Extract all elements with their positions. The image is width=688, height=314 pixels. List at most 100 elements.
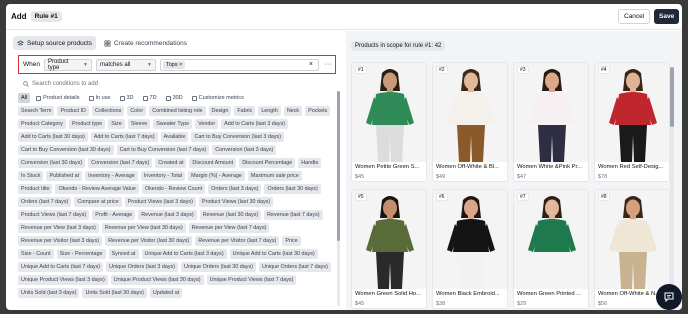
condition-chip[interactable]: Product ID xyxy=(57,106,89,116)
condition-chip[interactable]: Product title xyxy=(18,184,53,194)
category-3d[interactable]: 3D xyxy=(117,93,137,103)
condition-chip[interactable]: Combined listing role xyxy=(149,106,206,116)
product-card[interactable]: #3 Women White &Pink Pr... $47 xyxy=(513,62,589,182)
condition-chip[interactable]: Sleeve xyxy=(127,119,151,129)
condition-chip[interactable]: Cart to Buy Conversion (last 30 days) xyxy=(18,145,114,155)
condition-chip[interactable]: Unique Add to Carts (last 7 days) xyxy=(18,262,104,272)
condition-chip[interactable]: Conversion (last 7 days) xyxy=(88,158,153,168)
condition-chip[interactable]: Unique Product Views (last 3 days) xyxy=(18,275,108,285)
condition-chip[interactable]: Inventory - Average xyxy=(85,171,138,181)
condition-chip[interactable]: Published at xyxy=(46,171,83,181)
condition-chip[interactable]: Length xyxy=(258,106,281,116)
condition-chip[interactable]: Unique Product Views (last 30 days) xyxy=(110,275,204,285)
condition-chip[interactable]: Revenue (last 30 days) xyxy=(199,210,262,220)
condition-chip[interactable]: Product Views (last 30 days) xyxy=(198,197,274,207)
condition-chip[interactable]: Fabric xyxy=(234,106,256,116)
search-conditions-input[interactable]: Search conditions to add xyxy=(18,78,336,89)
condition-chip[interactable]: Units Sold (last 30 days) xyxy=(82,288,147,298)
condition-chip[interactable]: Handle xyxy=(298,158,322,168)
condition-chip[interactable]: Maximum sale price xyxy=(247,171,302,181)
category-product-details[interactable]: Product details xyxy=(33,93,82,103)
scrollbar-thumb[interactable] xyxy=(670,67,674,127)
condition-chip[interactable]: Unique Add to Carts (last 3 days) xyxy=(141,249,227,259)
condition-chip[interactable]: Sweater Type xyxy=(153,119,193,129)
condition-chip[interactable]: Revenue per View (last 30 days) xyxy=(101,223,186,233)
condition-chip[interactable]: Created at xyxy=(155,158,187,168)
category-all[interactable]: All xyxy=(18,93,31,103)
clear-icon[interactable]: × xyxy=(309,61,313,68)
condition-chip[interactable]: Size - Count xyxy=(18,249,54,259)
condition-chip[interactable]: Discount Percentage xyxy=(239,158,296,168)
condition-chip[interactable]: Profit - Average xyxy=(92,210,136,220)
condition-chip[interactable]: Design xyxy=(208,106,232,116)
category-7d[interactable]: 7D xyxy=(140,93,160,103)
condition-chip[interactable]: Cart to Buy Conversion (last 3 days) xyxy=(191,132,285,142)
condition-chip[interactable]: Revenue per View (last 3 days) xyxy=(18,223,99,233)
product-card[interactable]: #7 Women Green Printed ... $29 xyxy=(513,189,589,309)
value-tag-input[interactable]: Tops × × xyxy=(159,58,319,71)
condition-chip[interactable]: Available xyxy=(160,132,189,142)
condition-chip[interactable]: Product Category xyxy=(18,119,66,129)
condition-chip[interactable]: Unique Product Views (last 7 days) xyxy=(206,275,297,285)
condition-chip[interactable]: Size xyxy=(108,119,125,129)
condition-chip[interactable]: Vendor xyxy=(195,119,219,129)
right-scrollbar[interactable] xyxy=(670,67,674,307)
condition-chip[interactable]: Pockets xyxy=(305,106,331,116)
tab-create-recommendations[interactable]: Create recommendations xyxy=(100,36,191,50)
condition-chip[interactable]: Product Views (last 7 days) xyxy=(18,210,90,220)
condition-chip[interactable]: Okendo - Review Average Value xyxy=(55,184,139,194)
condition-chip[interactable]: Revenue per View (last 7 days) xyxy=(188,223,270,233)
condition-chip[interactable]: Orders (last 30 days) xyxy=(264,184,321,194)
product-card[interactable]: #5 Women Green Solid Ho... $45 xyxy=(351,189,427,309)
condition-chip[interactable]: Revenue per Visitor (last 3 days) xyxy=(18,236,103,246)
product-card[interactable]: #1 Women Petite Green S... $45 xyxy=(351,62,427,182)
product-card[interactable]: #4 Women Red Self-Desig... $78 xyxy=(594,62,670,182)
condition-chip[interactable]: Discount Amount xyxy=(189,158,237,168)
condition-chip[interactable]: Price xyxy=(282,236,301,246)
product-card[interactable]: #2 Women Off-White & Bl... $49 xyxy=(432,62,508,182)
condition-chip[interactable]: Neck xyxy=(283,106,303,116)
more-options-icon[interactable]: ··· xyxy=(323,61,333,68)
condition-chip[interactable]: Revenue per Visitor (last 7 days) xyxy=(195,236,280,246)
tab-setup-source-products[interactable]: Setup source products xyxy=(13,36,97,50)
field-select[interactable]: Product type ▼ xyxy=(43,58,92,71)
category-30d[interactable]: 30D xyxy=(163,93,186,103)
condition-chip[interactable]: Collections xyxy=(91,106,125,116)
condition-chip[interactable]: In Stock xyxy=(18,171,44,181)
operator-select[interactable]: matches all ▼ xyxy=(95,58,156,71)
condition-chip[interactable]: Revenue per Visitor (last 30 days) xyxy=(105,236,193,246)
condition-chip[interactable]: Units Sold (last 3 days) xyxy=(18,288,80,298)
condition-chip[interactable]: Updated at xyxy=(149,288,183,298)
condition-chip[interactable]: Product type xyxy=(68,119,106,129)
category-in-use[interactable]: In use xyxy=(86,93,114,103)
condition-chip[interactable]: Cart to Buy Conversion (last 7 days) xyxy=(116,145,210,155)
condition-chip[interactable]: Unique Orders (last 7 days) xyxy=(258,262,331,272)
cancel-button[interactable]: Cancel xyxy=(618,9,651,24)
left-scrollbar[interactable] xyxy=(337,91,340,306)
condition-chip[interactable]: Product Views (last 3 days) xyxy=(124,197,196,207)
condition-chip[interactable]: Conversion (last 30 days) xyxy=(18,158,86,168)
save-button[interactable]: Save xyxy=(654,9,680,24)
condition-chip[interactable]: Revenue (last 3 days) xyxy=(138,210,197,220)
condition-chip[interactable]: Unique Orders (last 30 days) xyxy=(181,262,256,272)
category-customize-metrics[interactable]: Customize metrics xyxy=(189,93,247,103)
condition-chip[interactable]: Compare at price xyxy=(74,197,122,207)
condition-chip[interactable]: Revenue (last 7 days) xyxy=(264,210,323,220)
product-card[interactable]: #6 Women Black Embroid... $38 xyxy=(432,189,508,309)
condition-chip[interactable]: Okendo - Review Count xyxy=(141,184,206,194)
condition-chip[interactable]: Orders (last 7 days) xyxy=(18,197,72,207)
condition-chip[interactable]: Unique Add to Carts (last 30 days) xyxy=(229,249,318,259)
condition-chip[interactable]: Margin (%) - Average xyxy=(188,171,245,181)
condition-chip[interactable]: Add to Carts (last 3 days) xyxy=(221,119,288,129)
condition-chip[interactable]: Inventory - Total xyxy=(140,171,186,181)
condition-chip[interactable]: Unique Orders (last 3 days) xyxy=(106,262,179,272)
condition-chip[interactable]: Add to Carts (last 7 days) xyxy=(90,132,158,142)
condition-chip[interactable]: Synced at xyxy=(108,249,139,259)
chat-button[interactable] xyxy=(656,284,682,310)
condition-chip[interactable]: Orders (last 3 days) xyxy=(208,184,262,194)
condition-chip[interactable]: Conversion (last 3 days) xyxy=(212,145,277,155)
scrollbar-thumb[interactable] xyxy=(337,91,340,241)
value-tag[interactable]: Tops × xyxy=(162,60,186,69)
condition-chip[interactable]: Search Term xyxy=(18,106,55,116)
condition-chip[interactable]: Size - Percentage xyxy=(56,249,106,259)
